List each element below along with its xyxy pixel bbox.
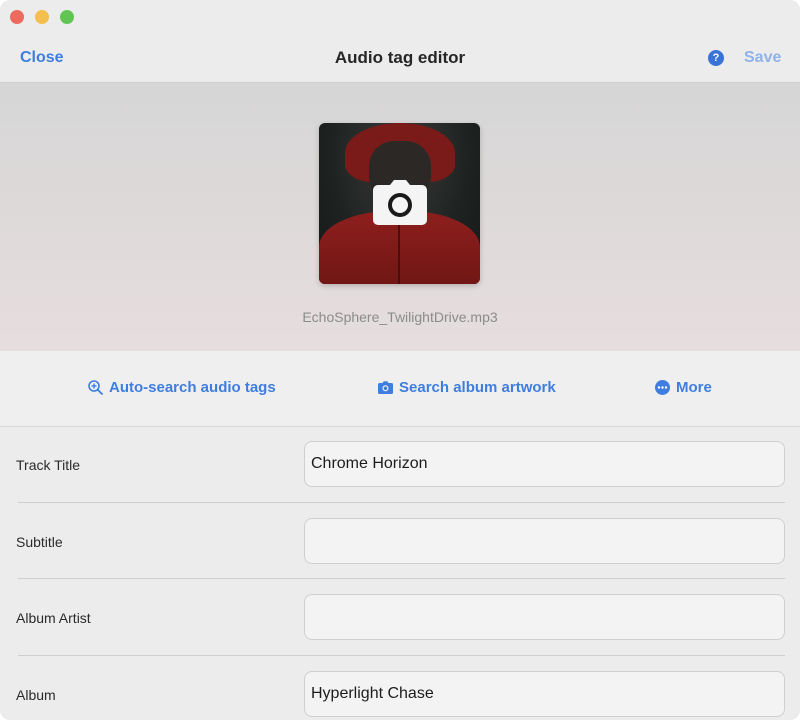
action-bar: Auto-search audio tags Search album artw…	[0, 351, 800, 427]
auto-search-tags-label: Auto-search audio tags	[109, 379, 276, 396]
more-label: More	[676, 379, 712, 396]
window-zoom-dot[interactable]	[60, 10, 74, 24]
page-title: Audio tag editor	[334, 48, 466, 67]
divider	[18, 655, 785, 656]
camera-icon	[378, 381, 393, 394]
auto-search-tags-button[interactable]: Auto-search audio tags	[88, 379, 276, 396]
album-input[interactable]	[304, 671, 785, 717]
artwork-zipper	[398, 223, 400, 284]
album-artwork[interactable]	[319, 123, 480, 284]
title-bar: Close Audio tag editor ? Save	[0, 0, 800, 82]
help-icon[interactable]: ?	[708, 50, 724, 66]
track-title-label: Track Title	[16, 457, 81, 473]
field-row-album: Album	[0, 657, 800, 720]
album-artist-label: Album Artist	[16, 610, 91, 626]
divider	[18, 578, 785, 579]
field-row-subtitle: Subtitle	[0, 504, 800, 580]
window-close-dot[interactable]	[10, 10, 24, 24]
save-button[interactable]: Save	[744, 49, 781, 67]
file-name: EchoSphere_TwilightDrive.mp3	[302, 309, 498, 325]
tag-form: Track Title Subtitle Album Artist Album	[0, 427, 800, 720]
subtitle-label: Subtitle	[16, 534, 63, 550]
album-artist-input[interactable]	[304, 594, 785, 640]
more-button[interactable]: More	[655, 379, 712, 396]
artwork-area: EchoSphere_TwilightDrive.mp3	[0, 82, 800, 351]
audio-tag-editor-window: Close Audio tag editor ? Save EchoSphere…	[0, 0, 800, 720]
divider	[18, 502, 785, 503]
search-album-artwork-label: Search album artwork	[399, 379, 556, 396]
magnify-plus-icon	[88, 380, 103, 395]
track-title-input[interactable]	[304, 441, 785, 487]
window-minimize-dot[interactable]	[35, 10, 49, 24]
camera-icon	[373, 180, 427, 225]
field-row-album-artist: Album Artist	[0, 580, 800, 656]
subtitle-input[interactable]	[304, 518, 785, 564]
field-row-track-title: Track Title	[0, 427, 800, 503]
album-label: Album	[16, 687, 56, 703]
ellipsis-circle-icon	[655, 380, 670, 395]
search-album-artwork-button[interactable]: Search album artwork	[378, 379, 556, 396]
